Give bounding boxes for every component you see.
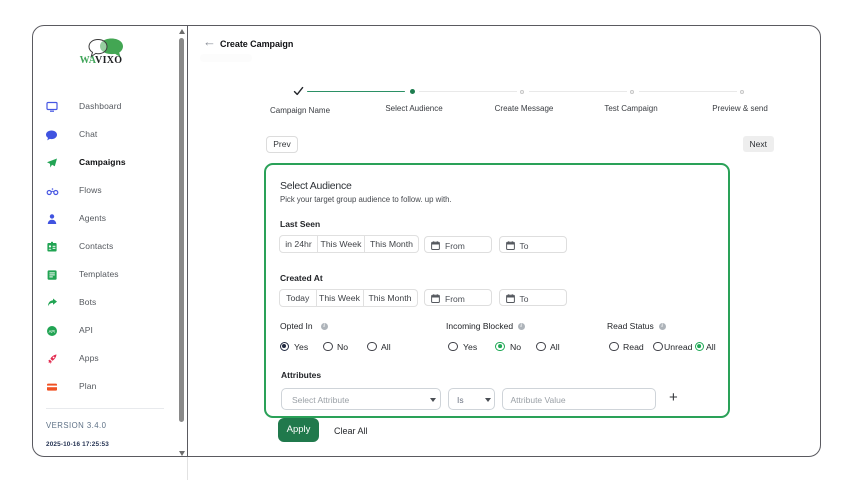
svg-text:API: API (49, 328, 56, 333)
